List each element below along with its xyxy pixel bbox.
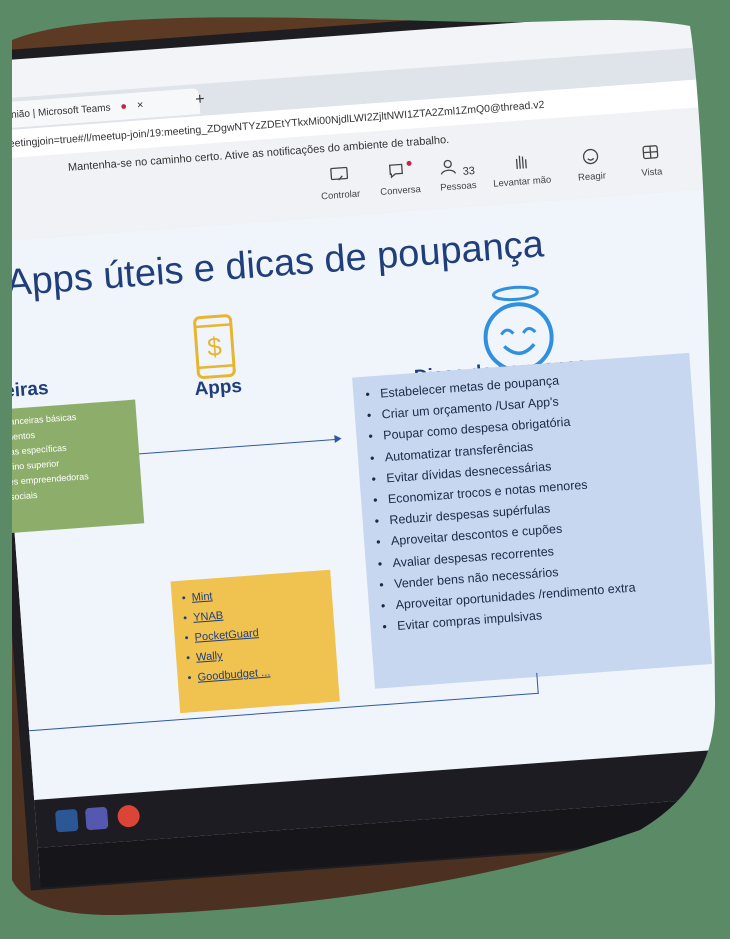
svg-text:$: $ bbox=[206, 331, 223, 362]
new-tab-icon[interactable]: + bbox=[195, 91, 206, 110]
reagir-button[interactable]: Reagir bbox=[558, 145, 624, 185]
app-link-mint[interactable]: Mint bbox=[191, 590, 213, 603]
people-count: 33 bbox=[462, 165, 476, 178]
chrome-taskbar-icon[interactable] bbox=[116, 804, 141, 828]
left-green-box: nanceiras básicas mentos ras específicas… bbox=[0, 399, 145, 534]
more-icon: ··· bbox=[702, 139, 723, 162]
presentation-slide: Apps úteis e dicas de poupança $ eiras A… bbox=[0, 184, 730, 801]
tips-list-box: • Estabelecer metas de poupança • Criar … bbox=[352, 352, 713, 689]
mais-button[interactable]: ··· Mais bbox=[680, 136, 730, 176]
vista-button[interactable]: Vista bbox=[618, 141, 684, 181]
pessoas-button[interactable]: 33 Pessoas bbox=[424, 155, 490, 195]
app-link-pocketguard[interactable]: PocketGuard bbox=[194, 627, 259, 644]
left-heading: eiras bbox=[3, 377, 50, 403]
app-link-goodbudget[interactable]: Goodbudget ... bbox=[197, 666, 270, 683]
tab-close-icon[interactable]: × bbox=[137, 99, 144, 111]
connector-arrowhead bbox=[334, 434, 342, 444]
conversa-button[interactable]: Conversa bbox=[367, 159, 433, 199]
monitor-screen: eunião | Microsoft Teams ● × + meetingjo… bbox=[0, 4, 730, 888]
app-link-wally[interactable]: Wally bbox=[196, 650, 223, 664]
slide-title: Apps úteis e dicas de poupança bbox=[4, 223, 546, 305]
apps-heading: Apps bbox=[193, 375, 243, 401]
taskbar-app-icon[interactable] bbox=[55, 808, 79, 833]
teams-taskbar-icon[interactable] bbox=[84, 806, 109, 831]
purple-side-bar bbox=[717, 477, 730, 749]
tab-title: eunião | Microsoft Teams bbox=[0, 102, 111, 122]
raise-hand-button[interactable]: Levantar mão bbox=[488, 150, 554, 190]
app-link-ynab[interactable]: YNAB bbox=[193, 610, 224, 624]
phone-dollar-icon: $ bbox=[191, 312, 238, 386]
connector-line bbox=[139, 438, 339, 455]
controlar-button[interactable]: Controlar bbox=[307, 164, 373, 204]
photo-frame: eunião | Microsoft Teams ● × + meetingjo… bbox=[0, 0, 730, 939]
record-icon: ● bbox=[120, 100, 128, 113]
